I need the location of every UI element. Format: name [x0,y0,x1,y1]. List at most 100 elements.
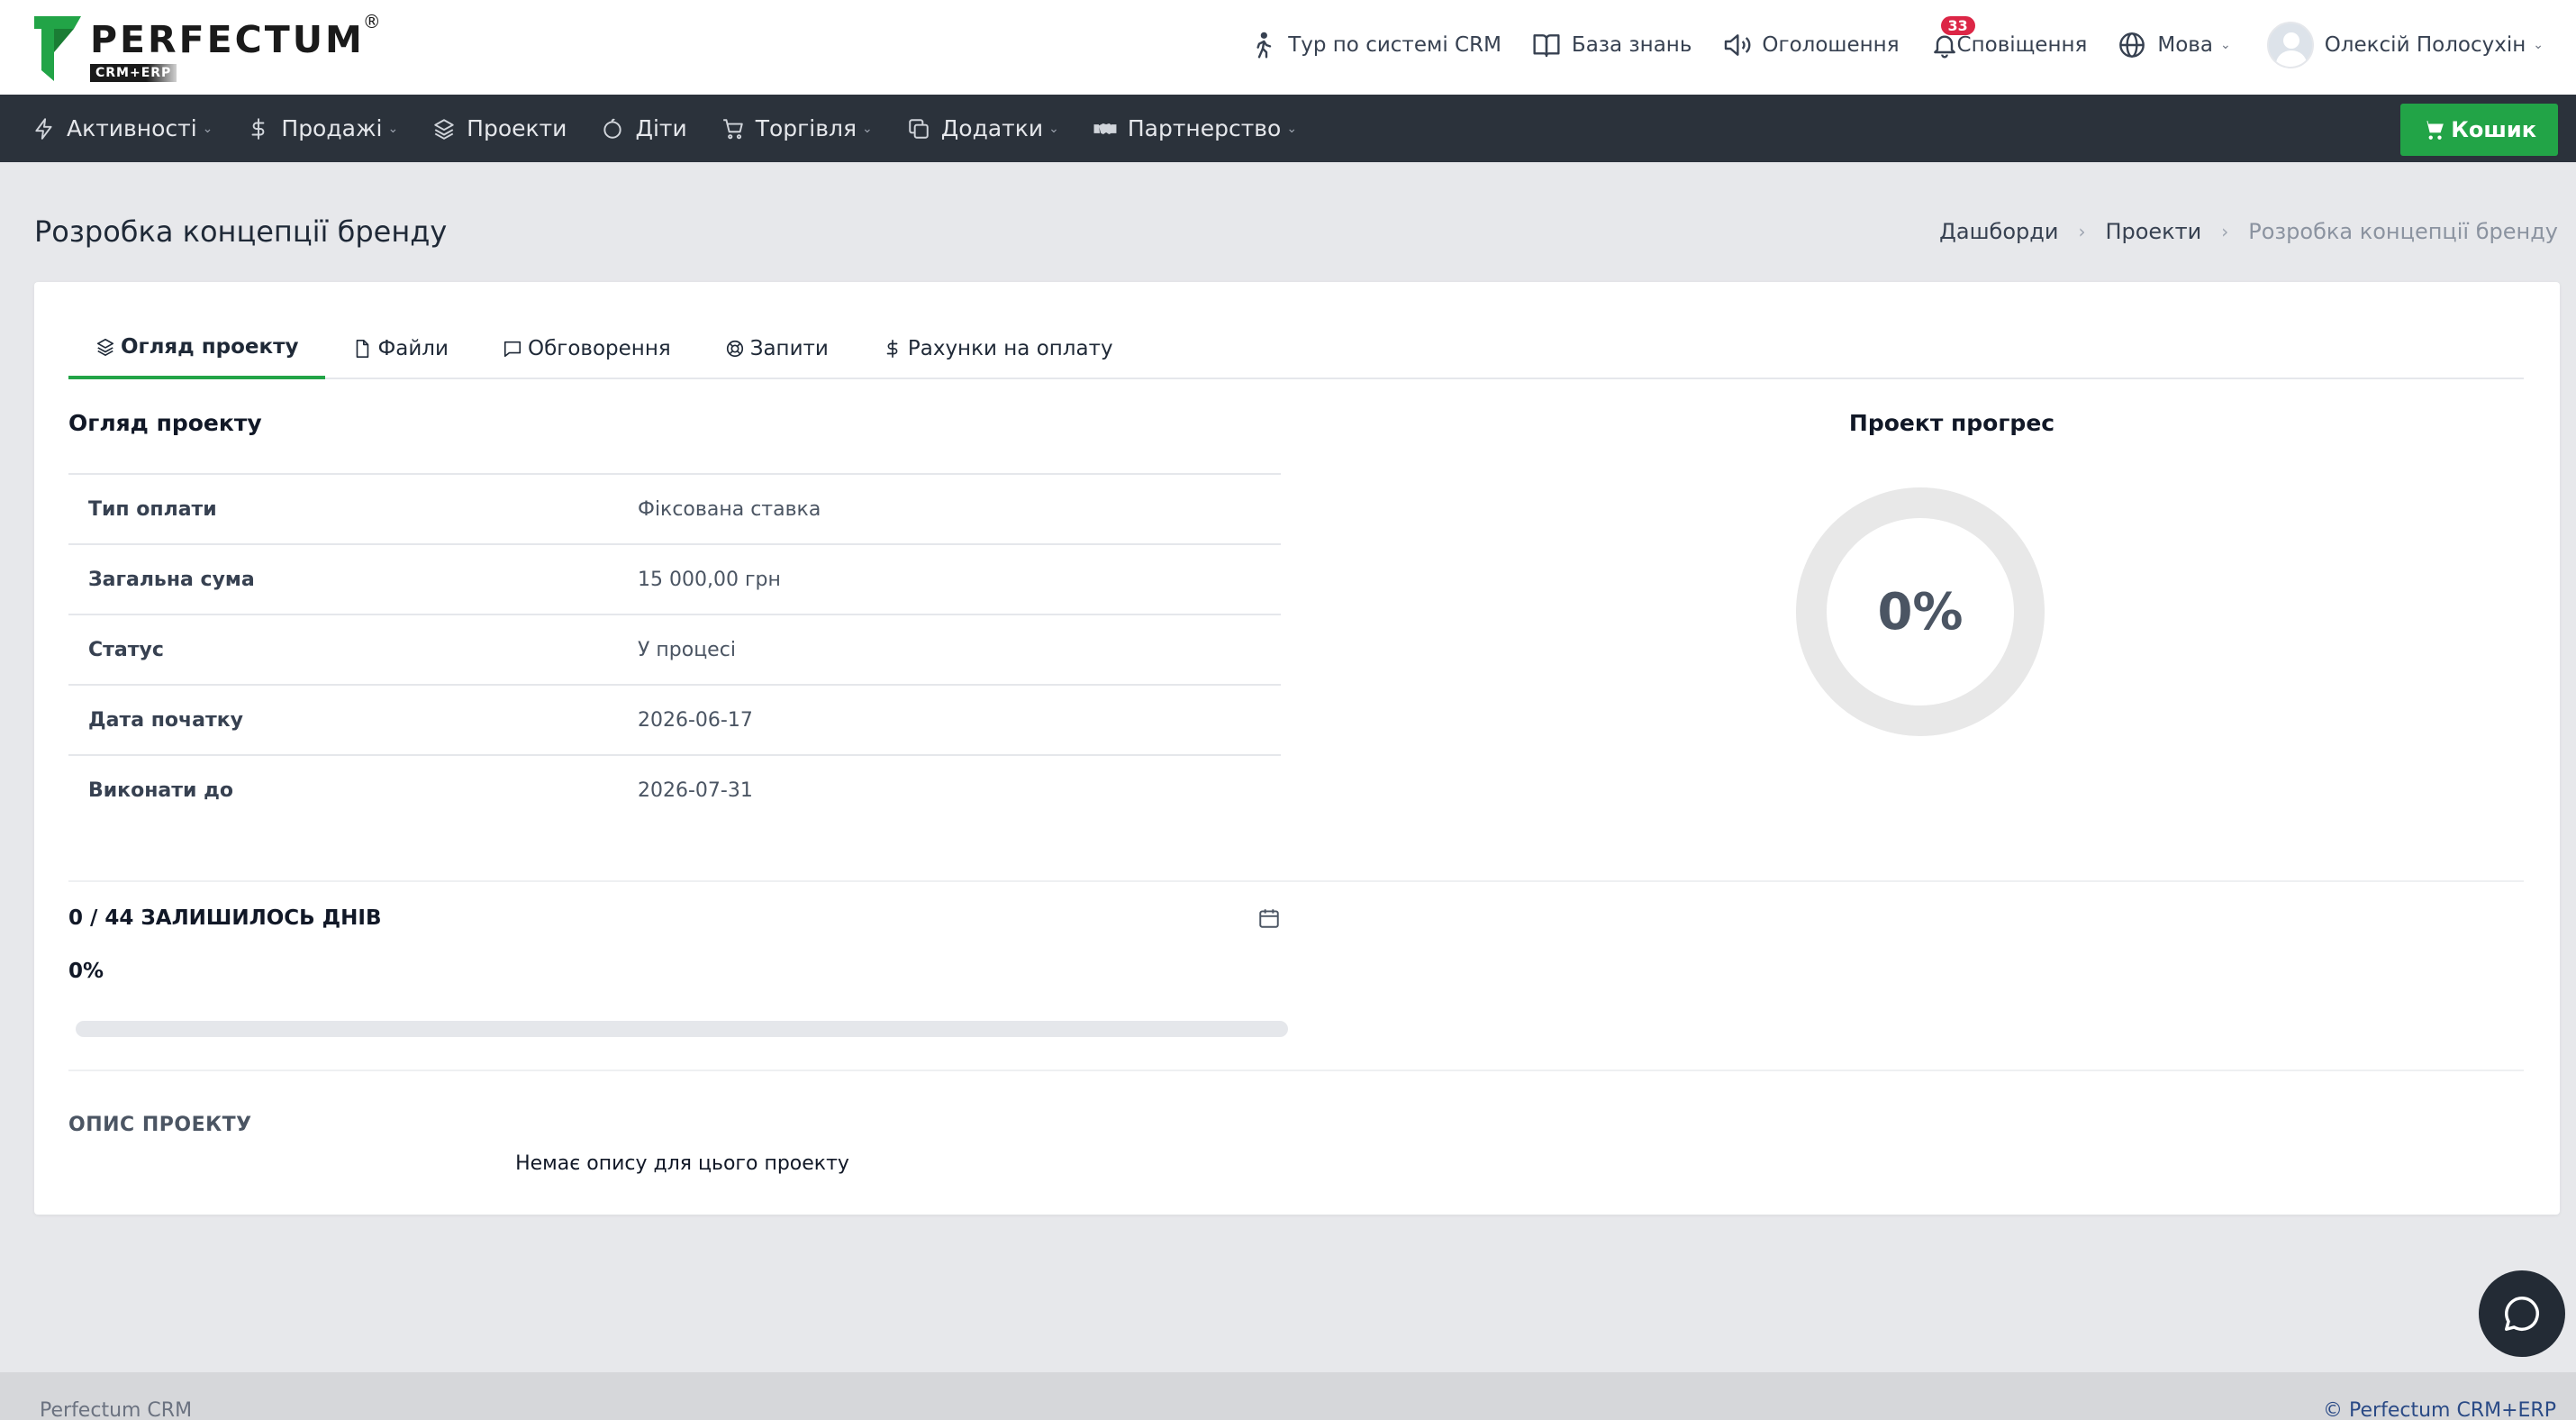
tour-link[interactable]: Тур по системі CRM [1248,31,1501,59]
chevron-down-icon: ⌄ [202,121,213,136]
message-square-icon [503,341,522,358]
tab-overview[interactable]: Огляд проекту [68,318,326,379]
nav-item-sales[interactable]: Продажі ⌄ [247,115,398,141]
tab-invoices[interactable]: Рахунки на оплату [856,318,1140,379]
user-menu[interactable]: Олексій Полосухін ⌄ [2266,22,2544,68]
calendar-icon [1259,909,1279,928]
overview-table: Тип оплати Фіксована ставка Загальна сум… [68,473,1281,825]
tab-label: Файли [377,337,449,360]
page-title: Розробка концепції бренду [34,214,448,249]
brand-logo[interactable]: PERFECTUM ® CRM+ERP [34,11,381,82]
chevron-down-icon: ⌄ [862,121,873,136]
breadcrumb-dashboards[interactable]: Дашборди [1939,219,2058,244]
nav-item-label: Продажі [281,115,383,141]
tab-files[interactable]: Файли [325,318,476,379]
dollar-icon [251,117,265,140]
nav-item-projects[interactable]: Проекти [432,115,567,141]
tab-label: Запити [749,337,829,360]
chevron-down-icon: ⌄ [2533,38,2544,52]
row-value: Фіксована ставка [638,497,821,521]
logo-mark-icon [34,16,81,81]
chat-button[interactable] [2479,1270,2565,1357]
tab-label: Рахунки на оплату [907,337,1113,360]
project-tabs: Огляд проекту Файли Обговорення Запити Р… [68,318,2524,379]
layers-icon [96,338,114,356]
copy-icon [909,118,929,139]
row-key: Загальна сума [88,568,255,591]
nav-item-label: Торгівля [755,115,857,141]
chevron-down-icon: ⌄ [1048,121,1059,136]
main-nav: Активності ⌄ Продажі ⌄ Проекти Діти Торг… [0,95,2576,162]
nav-item-activities[interactable]: Активності ⌄ [32,115,213,141]
days-percent: 0% [68,960,104,983]
footer-copyright[interactable]: © Perfectum CRM+ERP [2323,1399,2556,1420]
nav-item-addons[interactable]: Додатки ⌄ [907,115,1059,141]
breadcrumb-separator-icon: › [2221,221,2229,242]
cart-label: Кошик [2451,117,2536,142]
breadcrumb-projects[interactable]: Проекти [2105,219,2201,244]
handshake-icon [1093,123,1117,134]
description-empty-text: Немає опису для цього проекту [515,1152,849,1175]
nav-item-trade[interactable]: Торгівля ⌄ [721,115,873,141]
progress-percent: 0% [1877,582,1964,642]
bolt-icon [35,117,52,140]
row-value: 2026-07-31 [638,779,753,802]
globe-icon [2119,32,2145,58]
tab-label: Обговорення [527,337,671,360]
nav-item-label: Проекти [467,115,567,141]
notifications-link[interactable]: 33 Сповіщення [1930,16,2087,59]
book-icon [1533,34,1560,58]
logo-subtitle: CRM+ERP [90,64,177,82]
chevron-down-icon: ⌄ [2219,38,2231,52]
dollar-icon [886,340,898,358]
language-label: Мова [2157,33,2213,57]
table-row: Дата початку 2026-06-17 [68,685,1281,755]
breadcrumb-current: Розробка концепції бренду [2248,219,2558,244]
layers-icon [434,118,454,140]
row-value: У процесі [638,638,736,661]
nav-item-partnership[interactable]: Партнерство ⌄ [1093,115,1297,141]
table-row: Тип оплати Фіксована ставка [68,474,1281,544]
divider [68,1070,2524,1071]
row-key: Статус [88,638,164,661]
walking-person-icon [1256,32,1272,59]
knowledge-label: База знань [1571,33,1692,57]
avatar [2266,22,2314,68]
notifications-badge: 33 [1940,16,1975,35]
row-key: Виконати до [88,779,233,802]
table-row: Виконати до 2026-07-31 [68,755,1281,825]
row-value: 15 000,00 грн [638,568,781,591]
announcements-link[interactable]: Оголошення [1722,31,1900,59]
divider [68,880,2524,882]
user-name: Олексій Полосухін [2324,33,2526,57]
knowledge-base-link[interactable]: База знань [1532,31,1692,59]
chevron-down-icon: ⌄ [387,121,399,136]
row-key: Дата початку [88,708,243,732]
row-value: 2026-06-17 [638,708,753,732]
cart-button[interactable]: Кошик [2400,104,2558,156]
top-header: PERFECTUM ® CRM+ERP Тур по системі CRM Б… [0,0,2576,95]
footer: Perfectum CRM © Perfectum CRM+ERP [0,1372,2576,1420]
nav-item-label: Діти [635,115,687,141]
logo-registered: ® [362,11,381,32]
tab-discussions[interactable]: Обговорення [476,318,698,379]
cart-icon [722,118,743,139]
nav-item-children[interactable]: Діти [601,115,687,141]
logo-wordmark: PERFECTUM [90,18,365,61]
progress-title: Проект прогрес [1848,410,2055,436]
nav-item-label: Додатки [940,115,1044,141]
project-card: Огляд проекту Файли Обговорення Запити Р… [34,282,2560,1215]
face-icon [603,118,622,139]
announcements-label: Оголошення [1762,33,1900,57]
days-left-label: 0 / 44 ЗАЛИШИЛОСЬ ДНІВ [68,906,382,930]
row-key: Тип оплати [88,497,217,521]
tour-label: Тур по системі CRM [1288,33,1501,57]
tab-label: Огляд проекту [121,335,299,359]
megaphone-icon [1725,34,1751,56]
description-title: ОПИС ПРОЕКТУ [68,1114,252,1136]
language-dropdown[interactable]: Мова ⌄ [2118,31,2231,59]
overview-title: Огляд проекту [68,410,262,436]
footer-brand: Perfectum CRM [40,1399,193,1420]
tab-requests[interactable]: Запити [698,318,856,379]
days-progress-bar [76,1021,1288,1037]
